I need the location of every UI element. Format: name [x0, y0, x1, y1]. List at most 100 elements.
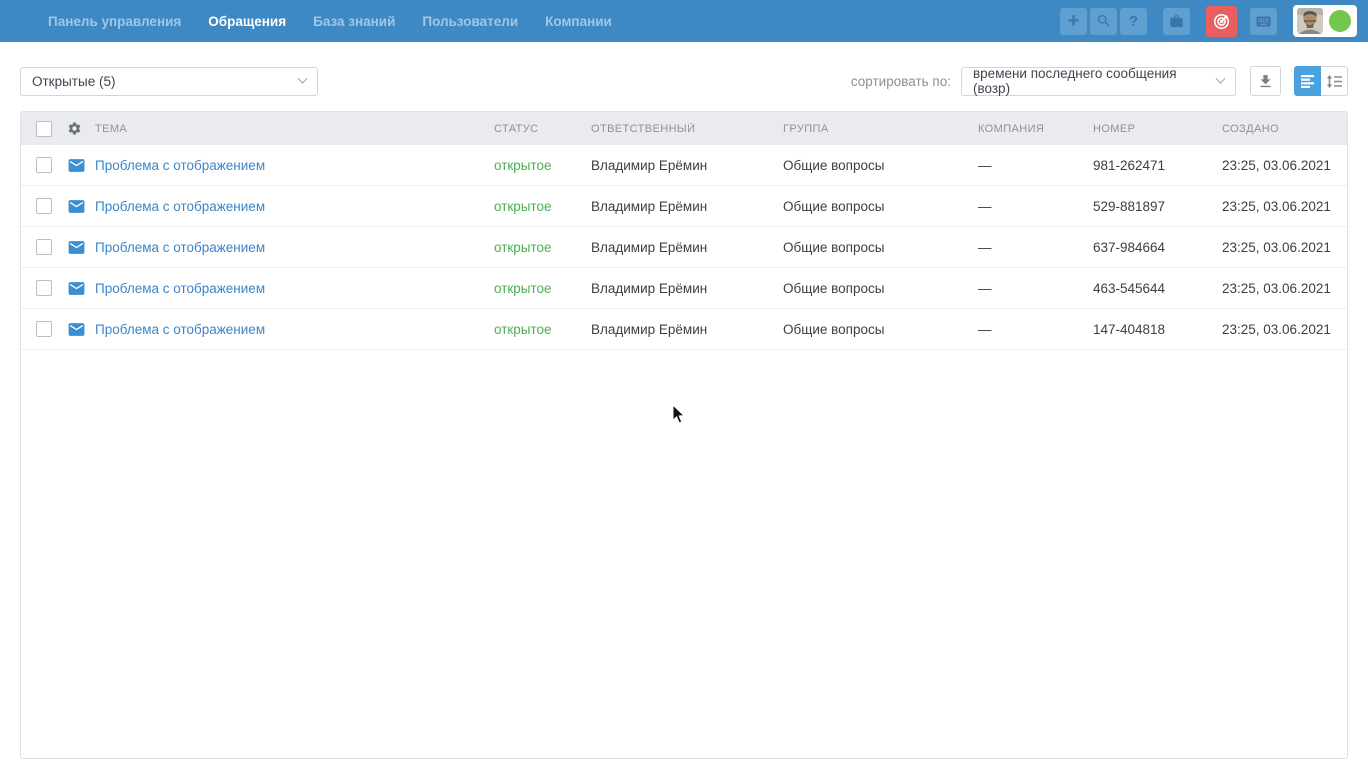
ticket-status: открытое: [494, 240, 552, 255]
ticket-status: открытое: [494, 199, 552, 214]
ticket-number: 637-984664: [1093, 240, 1222, 255]
nav-item-1[interactable]: Обращения: [208, 14, 286, 29]
download-icon: [1257, 73, 1274, 90]
detailed-list-icon: [1301, 75, 1315, 88]
user-avatar: [1297, 8, 1323, 34]
online-status-indicator: [1329, 10, 1351, 32]
list-toolbar: Открытые (5) сортировать по: времени пос…: [0, 42, 1368, 111]
ticket-company: —: [978, 158, 1093, 173]
ticket-row[interactable]: Проблема с отображением открытое Владими…: [21, 227, 1347, 268]
nav-item-2[interactable]: База знаний: [313, 14, 395, 29]
ticket-number: 529-881897: [1093, 199, 1222, 214]
ticket-company: —: [978, 281, 1093, 296]
ticket-assignee: Владимир Ерёмин: [591, 158, 783, 173]
column-settings-gear-icon[interactable]: [67, 121, 82, 136]
email-channel-icon: [67, 238, 86, 257]
view-toggle-group: [1294, 66, 1348, 96]
chevron-down-icon: [1216, 73, 1226, 83]
navbar-actions: + ?: [1057, 5, 1357, 37]
ticket-group: Общие вопросы: [783, 281, 978, 296]
row-checkbox[interactable]: [36, 280, 52, 296]
email-channel-icon: [67, 197, 86, 216]
ticket-filter-select[interactable]: Открытые (5): [20, 67, 318, 96]
column-header-status[interactable]: СТАТУС: [494, 123, 591, 135]
ticket-created: 23:25, 03.06.2021: [1222, 158, 1347, 173]
target-icon: [1212, 12, 1231, 31]
keyboard-shortcuts-button[interactable]: [1250, 8, 1277, 35]
goals-button[interactable]: [1206, 6, 1237, 37]
ticket-subject-link[interactable]: Проблема с отображением: [95, 240, 265, 255]
main-menu: Панель управления Обращения База знаний Пол…: [48, 14, 612, 29]
question-icon: ?: [1129, 13, 1138, 30]
row-checkbox[interactable]: [36, 239, 52, 255]
ticket-company: —: [978, 240, 1093, 255]
column-header-company[interactable]: КОМПАНИЯ: [978, 123, 1093, 135]
column-header-subject[interactable]: ТЕМА: [95, 123, 494, 135]
ticket-created: 23:25, 03.06.2021: [1222, 199, 1347, 214]
ticket-created: 23:25, 03.06.2021: [1222, 281, 1347, 296]
column-header-assignee[interactable]: ОТВЕТСТВЕННЫЙ: [591, 123, 783, 135]
export-button[interactable]: [1250, 66, 1281, 96]
user-pill[interactable]: [1293, 5, 1357, 37]
ticket-subject-link[interactable]: Проблема с отображением: [95, 199, 265, 214]
ticket-row[interactable]: Проблема с отображением открытое Владими…: [21, 268, 1347, 309]
ticket-company: —: [978, 322, 1093, 337]
ticket-subject-link[interactable]: Проблема с отображением: [95, 158, 265, 173]
tickets-table: ТЕМА СТАТУС ОТВЕТСТВЕННЫЙ ГРУППА КОМПАНИ…: [20, 111, 1348, 759]
ticket-status: открытое: [494, 322, 552, 337]
ticket-created: 23:25, 03.06.2021: [1222, 240, 1347, 255]
ticket-status: открытое: [494, 281, 552, 296]
ticket-group: Общие вопросы: [783, 322, 978, 337]
ticket-rows: Проблема с отображением открытое Владими…: [21, 145, 1347, 350]
ticket-row[interactable]: Проблема с отображением открытое Владими…: [21, 186, 1347, 227]
row-checkbox[interactable]: [36, 198, 52, 214]
ticket-group: Общие вопросы: [783, 240, 978, 255]
email-channel-icon: [67, 156, 86, 175]
ticket-row[interactable]: Проблема с отображением открытое Владими…: [21, 145, 1347, 186]
email-channel-icon: [67, 279, 86, 298]
ticket-company: —: [978, 199, 1093, 214]
view-detailed-button[interactable]: [1294, 66, 1321, 96]
ticket-number: 463-545644: [1093, 281, 1222, 296]
sort-value: времени последнего сообщения (возр): [973, 66, 1209, 96]
ticket-group: Общие вопросы: [783, 158, 978, 173]
column-header-created[interactable]: СОЗДАНО: [1222, 123, 1347, 135]
view-compact-button[interactable]: [1321, 66, 1348, 96]
ticket-group: Общие вопросы: [783, 199, 978, 214]
ticket-assignee: Владимир Ерёмин: [591, 281, 783, 296]
ticket-number: 147-404818: [1093, 322, 1222, 337]
sort-label: сортировать по:: [851, 74, 951, 89]
row-checkbox[interactable]: [36, 157, 52, 173]
plus-icon: +: [1068, 11, 1080, 31]
column-header-number[interactable]: НОМЕР: [1093, 123, 1222, 135]
ticket-row[interactable]: Проблема с отображением открытое Владими…: [21, 309, 1347, 350]
table-header-row: ТЕМА СТАТУС ОТВЕТСТВЕННЫЙ ГРУППА КОМПАНИ…: [21, 112, 1347, 145]
nav-item-3[interactable]: Пользователи: [422, 14, 518, 29]
row-checkbox[interactable]: [36, 321, 52, 337]
keyboard-icon: [1255, 13, 1272, 30]
ticket-assignee: Владимир Ерёмин: [591, 240, 783, 255]
create-ticket-button[interactable]: +: [1060, 8, 1087, 35]
help-button[interactable]: ?: [1120, 8, 1147, 35]
ticket-number: 981-262471: [1093, 158, 1222, 173]
ticket-created: 23:25, 03.06.2021: [1222, 322, 1347, 337]
compact-list-icon: [1327, 75, 1342, 88]
sort-select[interactable]: времени последнего сообщения (возр): [961, 67, 1236, 96]
ticket-assignee: Владимир Ерёмин: [591, 199, 783, 214]
ticket-subject-link[interactable]: Проблема с отображением: [95, 322, 265, 337]
email-channel-icon: [67, 320, 86, 339]
archive-button[interactable]: [1163, 8, 1190, 35]
filter-value: Открытые (5): [32, 74, 115, 89]
ticket-status: открытое: [494, 158, 552, 173]
chevron-down-icon: [298, 73, 308, 83]
ticket-assignee: Владимир Ерёмин: [591, 322, 783, 337]
nav-item-0[interactable]: Панель управления: [48, 14, 181, 29]
briefcase-icon: [1169, 14, 1184, 29]
column-header-group[interactable]: ГРУППА: [783, 123, 978, 135]
nav-item-4[interactable]: Компании: [545, 14, 612, 29]
ticket-subject-link[interactable]: Проблема с отображением: [95, 281, 265, 296]
top-navbar: Панель управления Обращения База знаний Пол…: [0, 0, 1368, 42]
search-button[interactable]: [1090, 8, 1117, 35]
search-icon: [1096, 13, 1112, 29]
select-all-checkbox[interactable]: [36, 121, 52, 137]
